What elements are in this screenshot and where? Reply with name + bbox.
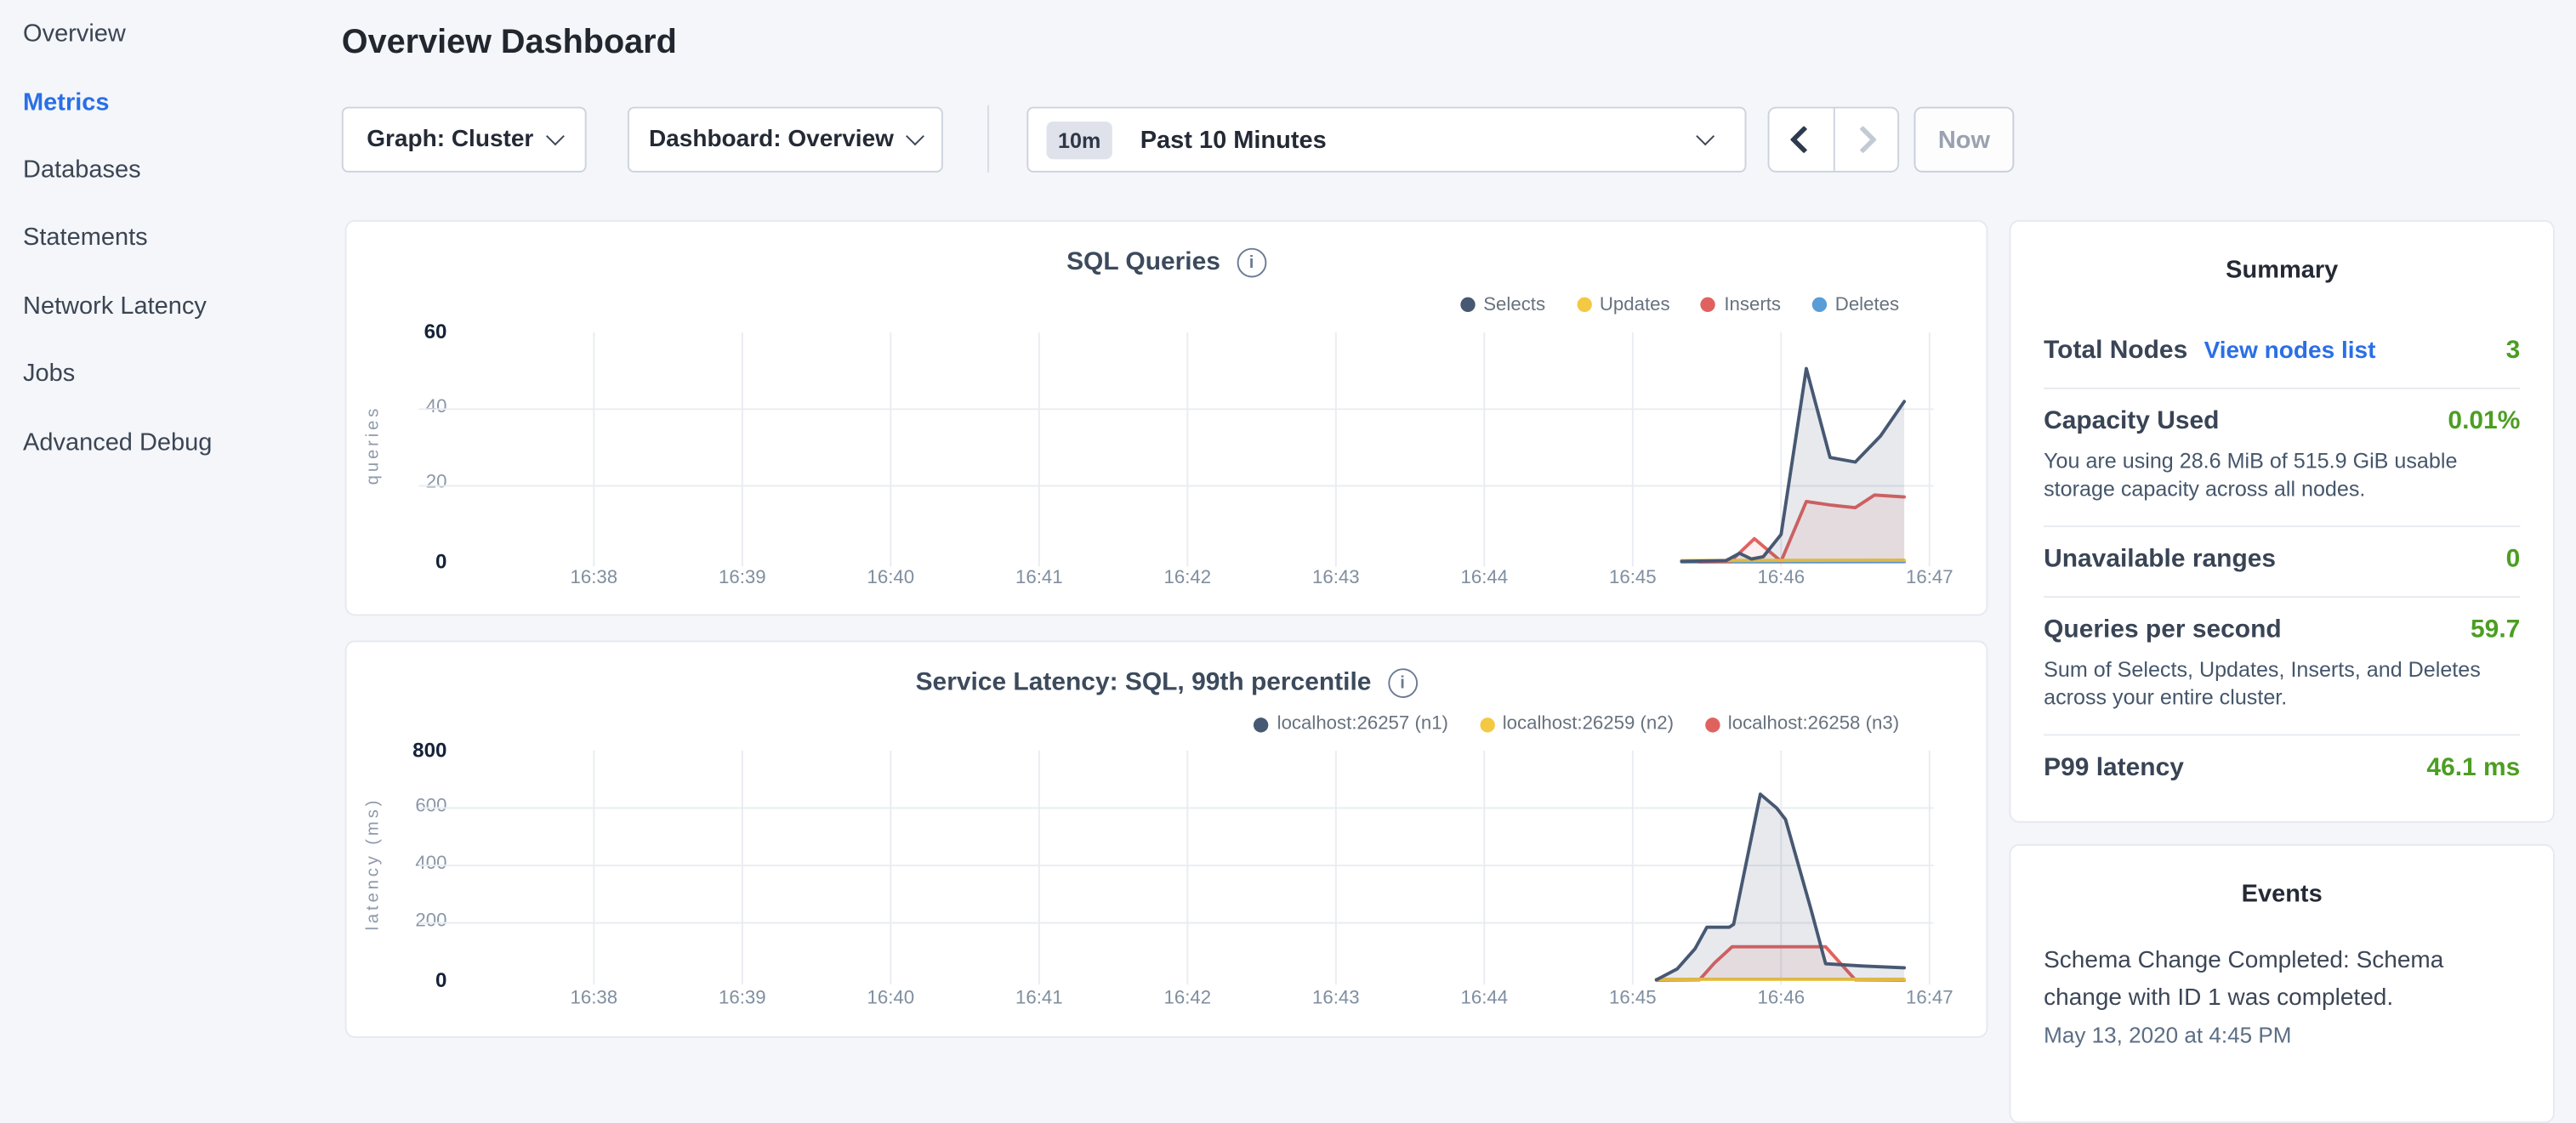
summary-row-label: Queries per second — [2044, 615, 2282, 644]
chart-legend: Selects Updates Inserts Deletes — [1460, 295, 1899, 315]
summary-row-value: 0.01% — [2448, 406, 2520, 436]
events-title: Events — [2044, 846, 2520, 908]
chart-legend: localhost:26257 (n1) localhost:26259 (n2)… — [1254, 714, 1900, 734]
sidebar-item-overview[interactable]: Overview — [0, 0, 342, 68]
legend-item[interactable]: localhost:26259 (n2) — [1480, 714, 1674, 734]
time-range-dropdown[interactable]: 10m Past 10 Minutes — [1026, 107, 1746, 173]
graph-dropdown[interactable]: Graph: Cluster — [342, 107, 587, 173]
legend-label: localhost:26257 (n1) — [1277, 714, 1448, 734]
legend-dot-icon — [1577, 298, 1591, 312]
summary-row-total-nodes: Total Nodes View nodes list 3 — [2044, 318, 2520, 389]
summary-row-description: Sum of Selects, Updates, Inserts, and De… — [2044, 655, 2520, 712]
sidebar-item-network-latency[interactable]: Network Latency — [0, 272, 342, 340]
page-title: Overview Dashboard — [342, 23, 677, 62]
sidebar-item-statements[interactable]: Statements — [0, 204, 342, 272]
chevron-down-icon — [1696, 127, 1714, 145]
summary-row-p99-latency: P99 latency 46.1 ms — [2044, 734, 2520, 803]
sidebar-item-databases[interactable]: Databases — [0, 136, 342, 204]
chart-plot-area[interactable] — [347, 642, 1990, 1039]
graph-dropdown-label: Graph: Cluster — [367, 127, 533, 153]
time-step-forward-button[interactable] — [1834, 108, 1897, 170]
view-nodes-list-link[interactable]: View nodes list — [2204, 337, 2376, 364]
summary-row-value: 0 — [2506, 544, 2521, 574]
dashboard-dropdown[interactable]: Dashboard: Overview — [628, 107, 943, 173]
legend-label: Inserts — [1724, 295, 1781, 315]
time-step-back-button[interactable] — [1770, 108, 1834, 170]
legend-label: Selects — [1483, 295, 1545, 315]
chart-plot-area[interactable] — [347, 221, 1990, 617]
time-range-badge: 10m — [1047, 121, 1112, 158]
app-root: Overview Metrics Databases Statements Ne… — [0, 0, 2576, 1051]
event-timestamp: May 13, 2020 at 4:45 PM — [2044, 1023, 2520, 1047]
summary-title: Summary — [2044, 221, 2520, 283]
legend-label: Updates — [1600, 295, 1670, 315]
chevron-right-icon — [1849, 126, 1877, 154]
sidebar-item-metrics[interactable]: Metrics — [0, 68, 342, 136]
legend-item[interactable]: Inserts — [1701, 295, 1781, 315]
summary-row-label: P99 latency — [2044, 753, 2184, 783]
legend-item[interactable]: localhost:26257 (n1) — [1254, 714, 1448, 734]
legend-item[interactable]: localhost:26258 (n3) — [1705, 714, 1899, 734]
summary-row-value: 46.1 ms — [2426, 753, 2520, 783]
legend-dot-icon — [1254, 717, 1269, 731]
legend-dot-icon — [1460, 298, 1475, 312]
chevron-down-icon — [546, 127, 565, 145]
legend-label: localhost:26259 (n2) — [1503, 714, 1674, 734]
service-latency-chart-card: Service Latency: SQL, 99th percentile i … — [345, 640, 1988, 1037]
summary-row-description: You are using 28.6 MiB of 515.9 GiB usab… — [2044, 445, 2520, 503]
sidebar-item-advanced-debug[interactable]: Advanced Debug — [0, 408, 342, 476]
event-text: Schema Change Completed: Schema change w… — [2044, 943, 2520, 1018]
legend-dot-icon — [1701, 298, 1715, 312]
summary-row-queries-per-second: Queries per second 59.7 Sum of Selects, … — [2044, 597, 2520, 734]
summary-row-label: Total Nodes — [2044, 336, 2187, 366]
dashboard-dropdown-label: Dashboard: Overview — [649, 127, 894, 153]
legend-dot-icon — [1812, 298, 1827, 312]
sidebar: Overview Metrics Databases Statements Ne… — [0, 0, 342, 1051]
event-list-item[interactable]: Schema Change Completed: Schema change w… — [2044, 943, 2520, 1048]
legend-item[interactable]: Selects — [1460, 295, 1545, 315]
sql-queries-chart-card: SQL Queries i 16:3816:3916:4016:4116:421… — [345, 219, 1988, 615]
time-range-label: Past 10 Minutes — [1140, 126, 1327, 154]
summary-row-label: Capacity Used — [2044, 406, 2219, 436]
legend-dot-icon — [1480, 717, 1494, 731]
summary-row-label: Unavailable ranges — [2044, 544, 2276, 574]
time-step-buttons — [1768, 107, 1900, 173]
summary-row-unavailable-ranges: Unavailable ranges 0 — [2044, 526, 2520, 597]
events-panel: Events Schema Change Completed: Schema c… — [2010, 844, 2555, 1123]
legend-item[interactable]: Updates — [1577, 295, 1670, 315]
sidebar-item-jobs[interactable]: Jobs — [0, 340, 342, 408]
legend-label: localhost:26258 (n3) — [1728, 714, 1899, 734]
legend-dot-icon — [1705, 717, 1720, 731]
chevron-down-icon — [906, 127, 924, 145]
controls-divider — [987, 105, 989, 173]
summary-panel: Summary Total Nodes View nodes list 3 Ca… — [2010, 219, 2555, 822]
legend-label: Deletes — [1835, 295, 1899, 315]
chevron-left-icon — [1790, 126, 1818, 154]
summary-row-value: 3 — [2506, 336, 2521, 366]
summary-row-capacity-used: Capacity Used 0.01% You are using 28.6 M… — [2044, 389, 2520, 526]
summary-row-value: 59.7 — [2471, 615, 2520, 644]
legend-item[interactable]: Deletes — [1812, 295, 1899, 315]
now-button[interactable]: Now — [1914, 107, 2015, 173]
